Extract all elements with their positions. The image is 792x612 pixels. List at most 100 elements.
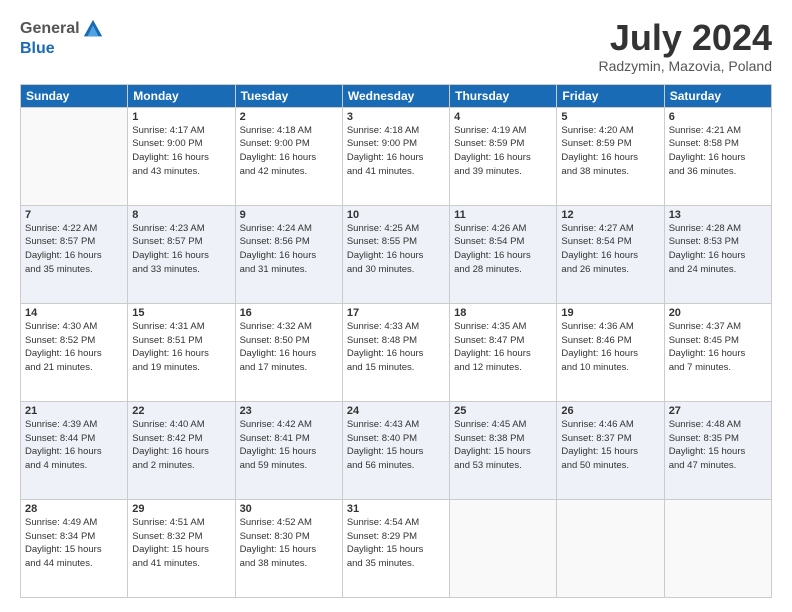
col-wednesday: Wednesday bbox=[342, 84, 449, 107]
day-info: Sunrise: 4:52 AM Sunset: 8:30 PM Dayligh… bbox=[240, 516, 338, 571]
page: General Blue July 2024 Radzymin, Mazovia… bbox=[0, 0, 792, 612]
day-number: 4 bbox=[454, 111, 552, 123]
logo-blue-text: Blue bbox=[20, 40, 55, 58]
location: Radzymin, Mazovia, Poland bbox=[598, 58, 772, 74]
table-row: 1Sunrise: 4:17 AM Sunset: 9:00 PM Daylig… bbox=[128, 107, 235, 205]
day-info: Sunrise: 4:24 AM Sunset: 8:56 PM Dayligh… bbox=[240, 222, 338, 277]
day-info: Sunrise: 4:30 AM Sunset: 8:52 PM Dayligh… bbox=[25, 320, 123, 375]
col-monday: Monday bbox=[128, 84, 235, 107]
day-number: 8 bbox=[132, 209, 230, 221]
col-tuesday: Tuesday bbox=[235, 84, 342, 107]
table-row bbox=[450, 499, 557, 597]
day-info: Sunrise: 4:31 AM Sunset: 8:51 PM Dayligh… bbox=[132, 320, 230, 375]
table-row: 21Sunrise: 4:39 AM Sunset: 8:44 PM Dayli… bbox=[21, 401, 128, 499]
table-row: 24Sunrise: 4:43 AM Sunset: 8:40 PM Dayli… bbox=[342, 401, 449, 499]
table-row: 10Sunrise: 4:25 AM Sunset: 8:55 PM Dayli… bbox=[342, 205, 449, 303]
col-thursday: Thursday bbox=[450, 84, 557, 107]
table-row bbox=[557, 499, 664, 597]
day-number: 29 bbox=[132, 503, 230, 515]
col-saturday: Saturday bbox=[664, 84, 771, 107]
day-number: 28 bbox=[25, 503, 123, 515]
calendar-table: Sunday Monday Tuesday Wednesday Thursday… bbox=[20, 84, 772, 598]
day-number: 23 bbox=[240, 405, 338, 417]
day-number: 24 bbox=[347, 405, 445, 417]
table-row: 30Sunrise: 4:52 AM Sunset: 8:30 PM Dayli… bbox=[235, 499, 342, 597]
day-info: Sunrise: 4:17 AM Sunset: 9:00 PM Dayligh… bbox=[132, 124, 230, 179]
table-row: 13Sunrise: 4:28 AM Sunset: 8:53 PM Dayli… bbox=[664, 205, 771, 303]
day-number: 7 bbox=[25, 209, 123, 221]
day-info: Sunrise: 4:46 AM Sunset: 8:37 PM Dayligh… bbox=[561, 418, 659, 473]
table-row: 3Sunrise: 4:18 AM Sunset: 9:00 PM Daylig… bbox=[342, 107, 449, 205]
day-info: Sunrise: 4:23 AM Sunset: 8:57 PM Dayligh… bbox=[132, 222, 230, 277]
day-info: Sunrise: 4:37 AM Sunset: 8:45 PM Dayligh… bbox=[669, 320, 767, 375]
day-number: 30 bbox=[240, 503, 338, 515]
table-row: 20Sunrise: 4:37 AM Sunset: 8:45 PM Dayli… bbox=[664, 303, 771, 401]
day-info: Sunrise: 4:48 AM Sunset: 8:35 PM Dayligh… bbox=[669, 418, 767, 473]
day-info: Sunrise: 4:26 AM Sunset: 8:54 PM Dayligh… bbox=[454, 222, 552, 277]
logo-icon bbox=[82, 18, 104, 40]
day-info: Sunrise: 4:49 AM Sunset: 8:34 PM Dayligh… bbox=[25, 516, 123, 571]
day-info: Sunrise: 4:21 AM Sunset: 8:58 PM Dayligh… bbox=[669, 124, 767, 179]
day-info: Sunrise: 4:43 AM Sunset: 8:40 PM Dayligh… bbox=[347, 418, 445, 473]
day-info: Sunrise: 4:33 AM Sunset: 8:48 PM Dayligh… bbox=[347, 320, 445, 375]
day-info: Sunrise: 4:18 AM Sunset: 9:00 PM Dayligh… bbox=[240, 124, 338, 179]
table-row: 27Sunrise: 4:48 AM Sunset: 8:35 PM Dayli… bbox=[664, 401, 771, 499]
calendar-week-row: 14Sunrise: 4:30 AM Sunset: 8:52 PM Dayli… bbox=[21, 303, 772, 401]
table-row: 28Sunrise: 4:49 AM Sunset: 8:34 PM Dayli… bbox=[21, 499, 128, 597]
calendar-week-row: 21Sunrise: 4:39 AM Sunset: 8:44 PM Dayli… bbox=[21, 401, 772, 499]
table-row bbox=[21, 107, 128, 205]
table-row: 17Sunrise: 4:33 AM Sunset: 8:48 PM Dayli… bbox=[342, 303, 449, 401]
day-number: 11 bbox=[454, 209, 552, 221]
day-info: Sunrise: 4:51 AM Sunset: 8:32 PM Dayligh… bbox=[132, 516, 230, 571]
day-number: 25 bbox=[454, 405, 552, 417]
table-row: 11Sunrise: 4:26 AM Sunset: 8:54 PM Dayli… bbox=[450, 205, 557, 303]
day-info: Sunrise: 4:28 AM Sunset: 8:53 PM Dayligh… bbox=[669, 222, 767, 277]
day-info: Sunrise: 4:36 AM Sunset: 8:46 PM Dayligh… bbox=[561, 320, 659, 375]
table-row: 22Sunrise: 4:40 AM Sunset: 8:42 PM Dayli… bbox=[128, 401, 235, 499]
table-row: 31Sunrise: 4:54 AM Sunset: 8:29 PM Dayli… bbox=[342, 499, 449, 597]
table-row: 14Sunrise: 4:30 AM Sunset: 8:52 PM Dayli… bbox=[21, 303, 128, 401]
day-info: Sunrise: 4:45 AM Sunset: 8:38 PM Dayligh… bbox=[454, 418, 552, 473]
day-number: 19 bbox=[561, 307, 659, 319]
day-info: Sunrise: 4:25 AM Sunset: 8:55 PM Dayligh… bbox=[347, 222, 445, 277]
col-sunday: Sunday bbox=[21, 84, 128, 107]
day-number: 15 bbox=[132, 307, 230, 319]
table-row: 16Sunrise: 4:32 AM Sunset: 8:50 PM Dayli… bbox=[235, 303, 342, 401]
table-row: 6Sunrise: 4:21 AM Sunset: 8:58 PM Daylig… bbox=[664, 107, 771, 205]
table-row: 9Sunrise: 4:24 AM Sunset: 8:56 PM Daylig… bbox=[235, 205, 342, 303]
day-number: 22 bbox=[132, 405, 230, 417]
day-number: 12 bbox=[561, 209, 659, 221]
logo: General Blue bbox=[20, 18, 104, 58]
day-info: Sunrise: 4:22 AM Sunset: 8:57 PM Dayligh… bbox=[25, 222, 123, 277]
day-number: 10 bbox=[347, 209, 445, 221]
day-number: 21 bbox=[25, 405, 123, 417]
day-info: Sunrise: 4:42 AM Sunset: 8:41 PM Dayligh… bbox=[240, 418, 338, 473]
table-row bbox=[664, 499, 771, 597]
day-number: 31 bbox=[347, 503, 445, 515]
day-number: 18 bbox=[454, 307, 552, 319]
calendar-header-row: Sunday Monday Tuesday Wednesday Thursday… bbox=[21, 84, 772, 107]
title-block: July 2024 Radzymin, Mazovia, Poland bbox=[598, 18, 772, 74]
day-info: Sunrise: 4:40 AM Sunset: 8:42 PM Dayligh… bbox=[132, 418, 230, 473]
table-row: 12Sunrise: 4:27 AM Sunset: 8:54 PM Dayli… bbox=[557, 205, 664, 303]
table-row: 4Sunrise: 4:19 AM Sunset: 8:59 PM Daylig… bbox=[450, 107, 557, 205]
day-number: 14 bbox=[25, 307, 123, 319]
month-title: July 2024 bbox=[598, 18, 772, 58]
day-info: Sunrise: 4:35 AM Sunset: 8:47 PM Dayligh… bbox=[454, 320, 552, 375]
calendar-week-row: 1Sunrise: 4:17 AM Sunset: 9:00 PM Daylig… bbox=[21, 107, 772, 205]
day-info: Sunrise: 4:20 AM Sunset: 8:59 PM Dayligh… bbox=[561, 124, 659, 179]
day-number: 20 bbox=[669, 307, 767, 319]
table-row: 5Sunrise: 4:20 AM Sunset: 8:59 PM Daylig… bbox=[557, 107, 664, 205]
day-number: 1 bbox=[132, 111, 230, 123]
day-number: 26 bbox=[561, 405, 659, 417]
day-info: Sunrise: 4:54 AM Sunset: 8:29 PM Dayligh… bbox=[347, 516, 445, 571]
day-number: 3 bbox=[347, 111, 445, 123]
calendar-week-row: 7Sunrise: 4:22 AM Sunset: 8:57 PM Daylig… bbox=[21, 205, 772, 303]
day-number: 2 bbox=[240, 111, 338, 123]
day-info: Sunrise: 4:27 AM Sunset: 8:54 PM Dayligh… bbox=[561, 222, 659, 277]
day-number: 16 bbox=[240, 307, 338, 319]
day-info: Sunrise: 4:32 AM Sunset: 8:50 PM Dayligh… bbox=[240, 320, 338, 375]
table-row: 29Sunrise: 4:51 AM Sunset: 8:32 PM Dayli… bbox=[128, 499, 235, 597]
day-number: 6 bbox=[669, 111, 767, 123]
table-row: 15Sunrise: 4:31 AM Sunset: 8:51 PM Dayli… bbox=[128, 303, 235, 401]
